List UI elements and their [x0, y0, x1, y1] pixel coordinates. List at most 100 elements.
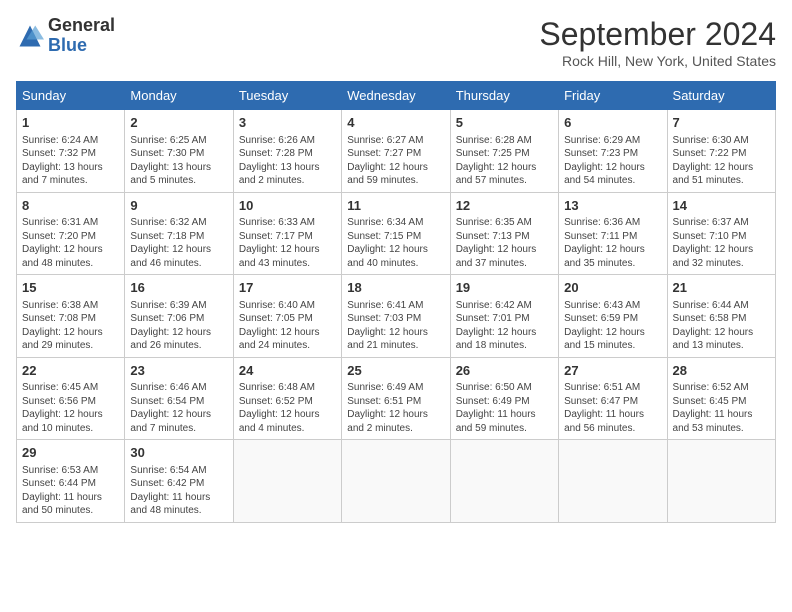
- day-number: 27: [564, 362, 661, 380]
- day-number: 8: [22, 197, 119, 215]
- day-cell: 4 Sunrise: 6:27 AM Sunset: 7:27 PM Daylig…: [342, 110, 450, 193]
- day-cell: 15Sunrise: 6:38 AM Sunset: 7:08 PM Dayli…: [17, 275, 125, 358]
- day-cell: 11Sunrise: 6:34 AM Sunset: 7:15 PM Dayli…: [342, 192, 450, 275]
- day-number: 13: [564, 197, 661, 215]
- day-number: 14: [673, 197, 770, 215]
- page-header: General Blue September 2024 Rock Hill, N…: [16, 16, 776, 69]
- weekday-header-thursday: Thursday: [450, 82, 558, 110]
- week-row-3: 15Sunrise: 6:38 AM Sunset: 7:08 PM Dayli…: [17, 275, 776, 358]
- title-area: September 2024 Rock Hill, New York, Unit…: [539, 16, 776, 69]
- weekday-header-friday: Friday: [559, 82, 667, 110]
- day-cell: 9Sunrise: 6:32 AM Sunset: 7:18 PM Daylig…: [125, 192, 233, 275]
- logo: General Blue: [16, 16, 115, 56]
- day-info: Sunrise: 6:35 AM Sunset: 7:13 PM Dayligh…: [456, 216, 553, 270]
- week-row-5: 29 Sunrise: 6:53 AM Sunset: 6:44 PM Dayli…: [17, 440, 776, 523]
- day-info: Sunrise: 6:42 AM Sunset: 7:01 PM Dayligh…: [456, 299, 553, 353]
- weekday-header-tuesday: Tuesday: [233, 82, 341, 110]
- day-cell: 8Sunrise: 6:31 AM Sunset: 7:20 PM Daylig…: [17, 192, 125, 275]
- day-cell: 2 Sunrise: 6:25 AM Sunset: 7:30 PM Daylig…: [125, 110, 233, 193]
- day-info: Sunrise: 6:45 AM Sunset: 6:56 PM Dayligh…: [22, 381, 119, 435]
- day-info: Sunrise: 6:26 AM Sunset: 7:28 PM Dayligh…: [239, 134, 336, 188]
- day-info: Sunrise: 6:48 AM Sunset: 6:52 PM Dayligh…: [239, 381, 336, 435]
- day-cell: 21 Sunrise: 6:44 AM Sunset: 6:58 PM Dayli…: [667, 275, 775, 358]
- day-info: Sunrise: 6:27 AM Sunset: 7:27 PM Dayligh…: [347, 134, 444, 188]
- weekday-header-sunday: Sunday: [17, 82, 125, 110]
- day-number: 21: [673, 279, 770, 297]
- day-info: Sunrise: 6:52 AM Sunset: 6:45 PM Dayligh…: [673, 381, 770, 435]
- calendar-body: 1Sunrise: 6:24 AM Sunset: 7:32 PM Daylig…: [17, 110, 776, 523]
- day-number: 23: [130, 362, 227, 380]
- day-cell: 25Sunrise: 6:49 AM Sunset: 6:51 PM Dayli…: [342, 357, 450, 440]
- day-number: 15: [22, 279, 119, 297]
- day-cell: 24Sunrise: 6:48 AM Sunset: 6:52 PM Dayli…: [233, 357, 341, 440]
- day-cell: 22Sunrise: 6:45 AM Sunset: 6:56 PM Dayli…: [17, 357, 125, 440]
- day-info: Sunrise: 6:43 AM Sunset: 6:59 PM Dayligh…: [564, 299, 661, 353]
- day-number: 7: [673, 114, 770, 132]
- week-row-1: 1Sunrise: 6:24 AM Sunset: 7:32 PM Daylig…: [17, 110, 776, 193]
- day-number: 25: [347, 362, 444, 380]
- week-row-2: 8Sunrise: 6:31 AM Sunset: 7:20 PM Daylig…: [17, 192, 776, 275]
- day-info: Sunrise: 6:31 AM Sunset: 7:20 PM Dayligh…: [22, 216, 119, 270]
- day-cell: [233, 440, 341, 523]
- month-title: September 2024: [539, 16, 776, 53]
- day-number: 5: [456, 114, 553, 132]
- day-info: Sunrise: 6:49 AM Sunset: 6:51 PM Dayligh…: [347, 381, 444, 435]
- day-number: 17: [239, 279, 336, 297]
- day-cell: 30Sunrise: 6:54 AM Sunset: 6:42 PM Dayli…: [125, 440, 233, 523]
- day-info: Sunrise: 6:28 AM Sunset: 7:25 PM Dayligh…: [456, 134, 553, 188]
- day-number: 22: [22, 362, 119, 380]
- day-cell: 20 Sunrise: 6:43 AM Sunset: 6:59 PM Dayli…: [559, 275, 667, 358]
- day-cell: 26Sunrise: 6:50 AM Sunset: 6:49 PM Dayli…: [450, 357, 558, 440]
- day-info: Sunrise: 6:40 AM Sunset: 7:05 PM Dayligh…: [239, 299, 336, 353]
- weekday-header-wednesday: Wednesday: [342, 82, 450, 110]
- day-cell: 13Sunrise: 6:36 AM Sunset: 7:11 PM Dayli…: [559, 192, 667, 275]
- week-row-4: 22Sunrise: 6:45 AM Sunset: 6:56 PM Dayli…: [17, 357, 776, 440]
- day-info: Sunrise: 6:29 AM Sunset: 7:23 PM Dayligh…: [564, 134, 661, 188]
- day-cell: 17 Sunrise: 6:40 AM Sunset: 7:05 PM Dayli…: [233, 275, 341, 358]
- day-cell: 29 Sunrise: 6:53 AM Sunset: 6:44 PM Dayli…: [17, 440, 125, 523]
- day-cell: [559, 440, 667, 523]
- day-number: 2: [130, 114, 227, 132]
- day-number: 4: [347, 114, 444, 132]
- day-number: 16: [130, 279, 227, 297]
- day-number: 29: [22, 444, 119, 462]
- day-number: 9: [130, 197, 227, 215]
- day-cell: 10Sunrise: 6:33 AM Sunset: 7:17 PM Dayli…: [233, 192, 341, 275]
- day-number: 28: [673, 362, 770, 380]
- logo-icon: [16, 22, 44, 50]
- day-number: 19: [456, 279, 553, 297]
- day-number: 6: [564, 114, 661, 132]
- weekday-header-row: SundayMondayTuesdayWednesdayThursdayFrid…: [17, 82, 776, 110]
- day-info: Sunrise: 6:32 AM Sunset: 7:18 PM Dayligh…: [130, 216, 227, 270]
- day-cell: 1Sunrise: 6:24 AM Sunset: 7:32 PM Daylig…: [17, 110, 125, 193]
- day-cell: 28Sunrise: 6:52 AM Sunset: 6:45 PM Dayli…: [667, 357, 775, 440]
- day-number: 12: [456, 197, 553, 215]
- day-cell: [667, 440, 775, 523]
- day-info: Sunrise: 6:54 AM Sunset: 6:42 PM Dayligh…: [130, 464, 227, 518]
- day-cell: 23Sunrise: 6:46 AM Sunset: 6:54 PM Dayli…: [125, 357, 233, 440]
- weekday-header-saturday: Saturday: [667, 82, 775, 110]
- day-info: Sunrise: 6:33 AM Sunset: 7:17 PM Dayligh…: [239, 216, 336, 270]
- day-info: Sunrise: 6:30 AM Sunset: 7:22 PM Dayligh…: [673, 134, 770, 188]
- day-info: Sunrise: 6:34 AM Sunset: 7:15 PM Dayligh…: [347, 216, 444, 270]
- day-cell: 18Sunrise: 6:41 AM Sunset: 7:03 PM Dayli…: [342, 275, 450, 358]
- day-number: 3: [239, 114, 336, 132]
- day-number: 10: [239, 197, 336, 215]
- day-info: Sunrise: 6:25 AM Sunset: 7:30 PM Dayligh…: [130, 134, 227, 188]
- day-info: Sunrise: 6:44 AM Sunset: 6:58 PM Dayligh…: [673, 299, 770, 353]
- logo-text: General Blue: [48, 16, 115, 56]
- day-cell: 12Sunrise: 6:35 AM Sunset: 7:13 PM Dayli…: [450, 192, 558, 275]
- day-cell: 3 Sunrise: 6:26 AM Sunset: 7:28 PM Daylig…: [233, 110, 341, 193]
- day-cell: 6 Sunrise: 6:29 AM Sunset: 7:23 PM Daylig…: [559, 110, 667, 193]
- day-number: 20: [564, 279, 661, 297]
- day-info: Sunrise: 6:53 AM Sunset: 6:44 PM Dayligh…: [22, 464, 119, 518]
- day-info: Sunrise: 6:46 AM Sunset: 6:54 PM Dayligh…: [130, 381, 227, 435]
- day-cell: 5 Sunrise: 6:28 AM Sunset: 7:25 PM Daylig…: [450, 110, 558, 193]
- day-number: 24: [239, 362, 336, 380]
- day-cell: 16 Sunrise: 6:39 AM Sunset: 7:06 PM Dayli…: [125, 275, 233, 358]
- day-info: Sunrise: 6:39 AM Sunset: 7:06 PM Dayligh…: [130, 299, 227, 353]
- day-cell: [342, 440, 450, 523]
- day-info: Sunrise: 6:24 AM Sunset: 7:32 PM Dayligh…: [22, 134, 119, 188]
- day-info: Sunrise: 6:36 AM Sunset: 7:11 PM Dayligh…: [564, 216, 661, 270]
- day-info: Sunrise: 6:37 AM Sunset: 7:10 PM Dayligh…: [673, 216, 770, 270]
